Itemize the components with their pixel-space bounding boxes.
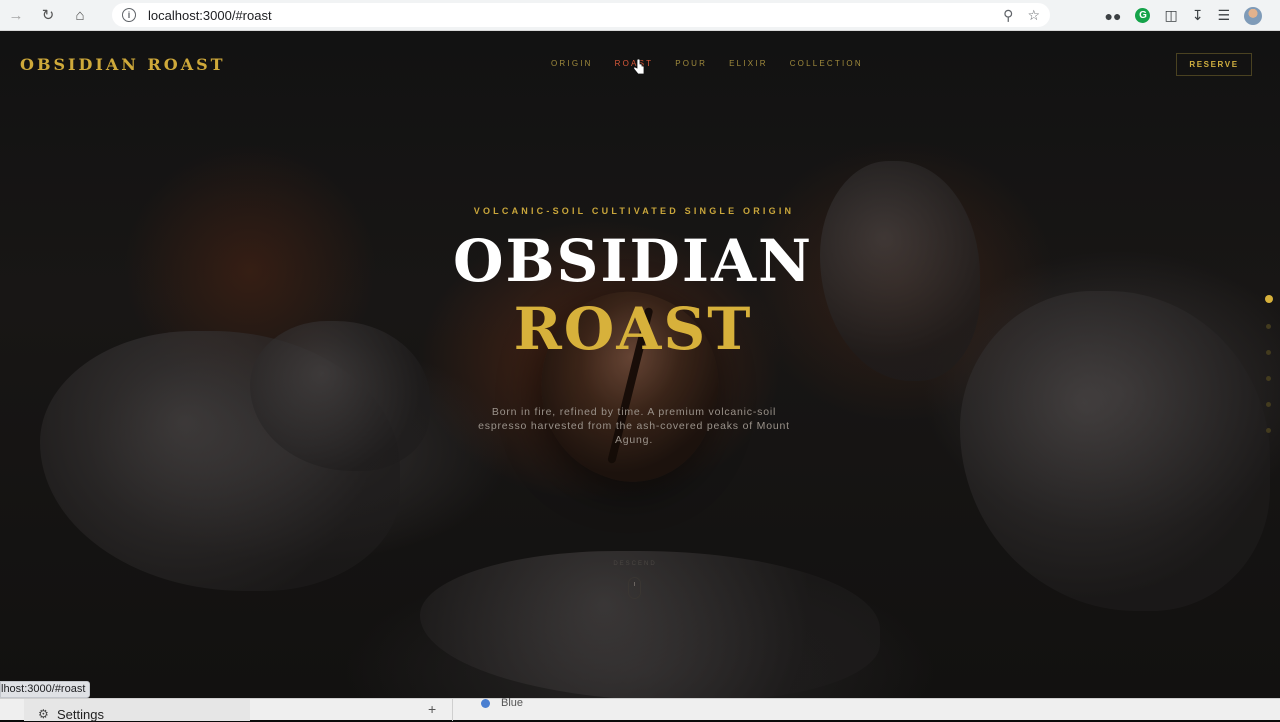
gear-icon[interactable]: ⚙: [38, 707, 49, 721]
reading-list-icon[interactable]: ☰: [1217, 7, 1230, 24]
address-text[interactable]: localhost:3000/#roast: [148, 8, 272, 23]
profile-avatar[interactable]: [1244, 6, 1262, 25]
reload-icon[interactable]: ↻: [32, 0, 64, 31]
browser-toolbar: → ↻ ⌂ i localhost:3000/#roast ⚲ ☆ ●● G ◫…: [0, 0, 1280, 31]
section-dot[interactable]: [1266, 376, 1271, 381]
incognito-extension-icon[interactable]: ●●: [1105, 8, 1122, 24]
hero-description: Born in fire, refined by time. A premium…: [478, 406, 790, 446]
color-label[interactable]: Blue: [501, 697, 523, 709]
section-dot[interactable]: [1266, 350, 1271, 355]
section-dot[interactable]: [1266, 324, 1271, 329]
hand-cursor-icon: [633, 59, 645, 75]
reserve-button[interactable]: RESERVE: [1176, 53, 1252, 76]
section-dot[interactable]: [1266, 402, 1271, 407]
download-icon[interactable]: ↧: [1192, 7, 1204, 24]
panel-divider: [452, 699, 453, 721]
nav-item-elixir[interactable]: ELIXIR: [729, 59, 768, 68]
nav-item-collection[interactable]: COLLECTION: [790, 59, 863, 68]
status-bar-url: lhost:3000/#roast: [0, 681, 91, 698]
main-nav: ORIGIN ROAST POUR ELIXIR COLLECTION: [551, 59, 863, 68]
extensions-puzzle-icon[interactable]: ◫: [1164, 7, 1177, 24]
nav-item-origin[interactable]: ORIGIN: [551, 59, 593, 68]
hero-section: OBSIDIAN ROAST ORIGIN ROAST POUR ELIXIR …: [0, 31, 1280, 698]
home-icon[interactable]: ⌂: [64, 0, 96, 31]
nav-item-pour[interactable]: POUR: [675, 59, 707, 68]
scroll-label[interactable]: DESCEND: [0, 561, 1270, 567]
add-icon[interactable]: +: [428, 701, 436, 717]
hero-eyebrow: VOLCANIC-SOIL CULTIVATED SINGLE ORIGIN: [473, 206, 795, 216]
grammarly-extension-icon[interactable]: G: [1135, 8, 1151, 23]
hero-title-line1: OBSIDIAN: [452, 227, 813, 295]
section-dot[interactable]: [1264, 295, 1273, 303]
bookmark-star-icon[interactable]: ☆: [1027, 7, 1040, 24]
bottom-panel: ⚙ Settings + Blue: [0, 697, 1280, 722]
color-swatch[interactable]: [481, 699, 490, 708]
forward-icon[interactable]: →: [0, 0, 32, 31]
section-dots: [1264, 295, 1273, 433]
address-bar[interactable]: i localhost:3000/#roast ⚲ ☆: [112, 3, 1050, 27]
site-logo[interactable]: OBSIDIAN ROAST: [20, 55, 226, 74]
scroll-mouse-icon[interactable]: [628, 577, 641, 599]
hero-title-line2: ROAST: [513, 295, 753, 363]
volcanic-rock-bottom: [420, 551, 880, 698]
section-dot[interactable]: [1266, 428, 1271, 433]
zoom-icon[interactable]: ⚲: [1003, 7, 1013, 24]
site-info-icon[interactable]: i: [122, 8, 136, 22]
